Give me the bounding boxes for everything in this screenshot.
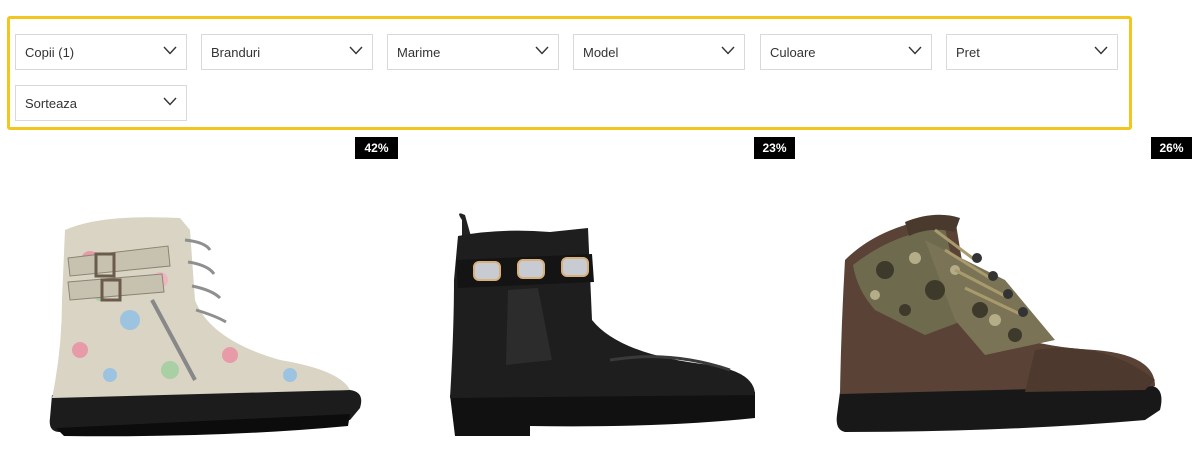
filter-label: Model	[583, 45, 619, 60]
filter-label: Pret	[956, 45, 980, 60]
floral-boot-image	[49, 217, 362, 437]
filter-dropdown-marime[interactable]: Marime	[387, 34, 559, 70]
filter-label: Marime	[397, 45, 441, 60]
chevron-down-icon	[908, 46, 922, 55]
product-card-camo-boot[interactable]	[805, 170, 1185, 459]
black-boot-image	[450, 213, 755, 436]
discount-badge: 26%	[1151, 137, 1192, 159]
chevron-down-icon	[721, 46, 735, 55]
filter-dropdown-pret[interactable]: Pret	[946, 34, 1118, 70]
filter-label: Sorteaza	[25, 96, 78, 111]
filter-label: Branduri	[211, 45, 261, 60]
chevron-down-icon	[535, 46, 549, 55]
filter-dropdown-model[interactable]: Model	[573, 34, 745, 70]
filter-label: Culoare	[770, 45, 816, 60]
filter-label: Copii (1)	[25, 45, 75, 60]
filter-dropdown-sorteaza[interactable]: Sorteaza	[15, 85, 187, 121]
filter-panel: Copii (1) Branduri Marime Model Culoare …	[7, 16, 1132, 130]
filter-dropdown-culoare[interactable]: Culoare	[760, 34, 932, 70]
chevron-down-icon	[1094, 46, 1108, 55]
chevron-down-icon	[163, 97, 177, 106]
filter-dropdown-branduri[interactable]: Branduri	[201, 34, 373, 70]
product-card-black-boot[interactable]	[410, 170, 790, 459]
discount-badge: 42%	[355, 137, 398, 159]
product-card-floral-boot[interactable]	[20, 170, 400, 459]
filter-dropdown-copii[interactable]: Copii (1)	[15, 34, 187, 70]
camo-boot-image	[836, 214, 1162, 432]
chevron-down-icon	[349, 46, 363, 55]
discount-badge: 23%	[754, 137, 795, 159]
chevron-down-icon	[163, 46, 177, 55]
